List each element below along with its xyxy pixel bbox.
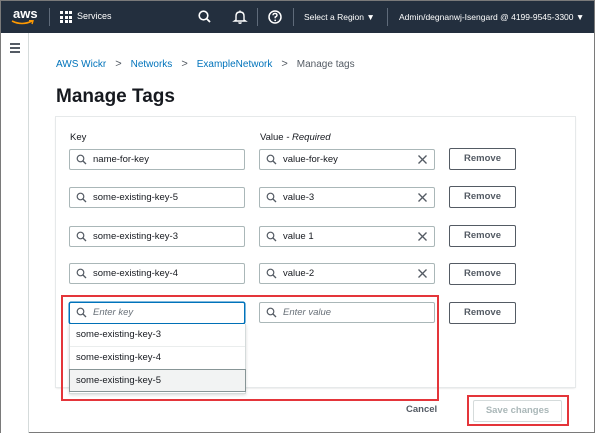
search-icon (76, 231, 87, 242)
page-title: Manage Tags (56, 86, 175, 107)
aws-logo[interactable]: aws (10, 5, 38, 27)
search-icon (76, 154, 87, 165)
highlight-annotation-box (61, 295, 439, 401)
tag-value-field[interactable]: value-3 (259, 187, 435, 208)
region-selector[interactable]: Select a Region ▼ (304, 12, 375, 22)
save-changes-button[interactable]: Save changes (473, 400, 562, 422)
tag-value-text: value 1 (283, 231, 314, 242)
services-grid-icon[interactable] (60, 11, 72, 23)
breadcrumb-link-networks[interactable]: Networks (131, 59, 173, 70)
cancel-button[interactable]: Cancel (406, 404, 437, 415)
aws-logo-text: aws (13, 6, 38, 21)
tag-value-text: value-3 (283, 192, 315, 203)
breadcrumb-current: Manage tags (296, 59, 355, 70)
account-menu[interactable]: Admin/degnanwj-Isengard @ 4199-9545-3300… (399, 12, 584, 22)
menu-hamburger-icon[interactable] (10, 43, 20, 55)
nav-divider (49, 8, 50, 26)
search-icon (266, 192, 277, 203)
remove-tag-button[interactable]: Remove (449, 302, 516, 324)
top-navigation-bar: aws Services Select a Region ▼ Admin/deg… (1, 1, 594, 33)
value-required-text: - Required (286, 132, 331, 143)
key-column-label: Key (70, 132, 87, 143)
value-label-text: Value (260, 132, 284, 143)
breadcrumb-link-aws-wickr[interactable]: AWS Wickr (56, 59, 106, 70)
breadcrumb-link-network[interactable]: ExampleNetwork (197, 59, 273, 70)
search-icon (76, 192, 87, 203)
search-icon (266, 268, 277, 279)
side-navigation-rail (1, 33, 29, 433)
help-icon[interactable] (266, 8, 284, 26)
tag-key-value: some-existing-key-5 (93, 192, 178, 203)
tag-key-value: some-existing-key-3 (93, 231, 178, 242)
search-icon (266, 154, 277, 165)
chevron-right-icon: > (281, 58, 288, 70)
services-menu-button[interactable]: Services (77, 11, 112, 21)
tag-key-field[interactable]: some-existing-key-5 (69, 187, 245, 208)
search-icon[interactable] (196, 8, 214, 26)
tag-value-field[interactable]: value 1 (259, 226, 435, 247)
tag-key-value: name-for-key (93, 154, 149, 165)
value-column-label: Value - Required (260, 132, 331, 143)
tag-key-value: some-existing-key-4 (93, 268, 178, 279)
clear-icon[interactable] (417, 268, 428, 279)
nav-divider (387, 8, 388, 26)
nav-divider (257, 8, 258, 26)
clear-icon[interactable] (417, 154, 428, 165)
search-icon (76, 268, 87, 279)
clear-icon[interactable] (417, 231, 428, 242)
tag-value-text: value-2 (283, 268, 315, 279)
tag-key-field[interactable]: some-existing-key-4 (69, 263, 245, 284)
remove-tag-button[interactable]: Remove (449, 148, 516, 170)
nav-divider (293, 8, 294, 26)
notifications-bell-icon[interactable] (231, 8, 249, 26)
clear-icon[interactable] (417, 192, 428, 203)
tag-key-field[interactable]: some-existing-key-3 (69, 226, 245, 247)
tag-key-field[interactable]: name-for-key (69, 149, 245, 170)
breadcrumb: AWS Wickr > Networks > ExampleNetwork > Manage… (56, 58, 355, 70)
remove-tag-button[interactable]: Remove (449, 186, 516, 208)
tag-value-text: value-for-key (283, 154, 338, 165)
remove-tag-button[interactable]: Remove (449, 263, 516, 285)
tag-value-field[interactable]: value-for-key (259, 149, 435, 170)
smile-arrow-icon (11, 20, 34, 25)
chevron-right-icon: > (115, 58, 122, 70)
search-icon (266, 231, 277, 242)
chevron-right-icon: > (181, 58, 188, 70)
tag-value-field[interactable]: value-2 (259, 263, 435, 284)
remove-tag-button[interactable]: Remove (449, 225, 516, 247)
